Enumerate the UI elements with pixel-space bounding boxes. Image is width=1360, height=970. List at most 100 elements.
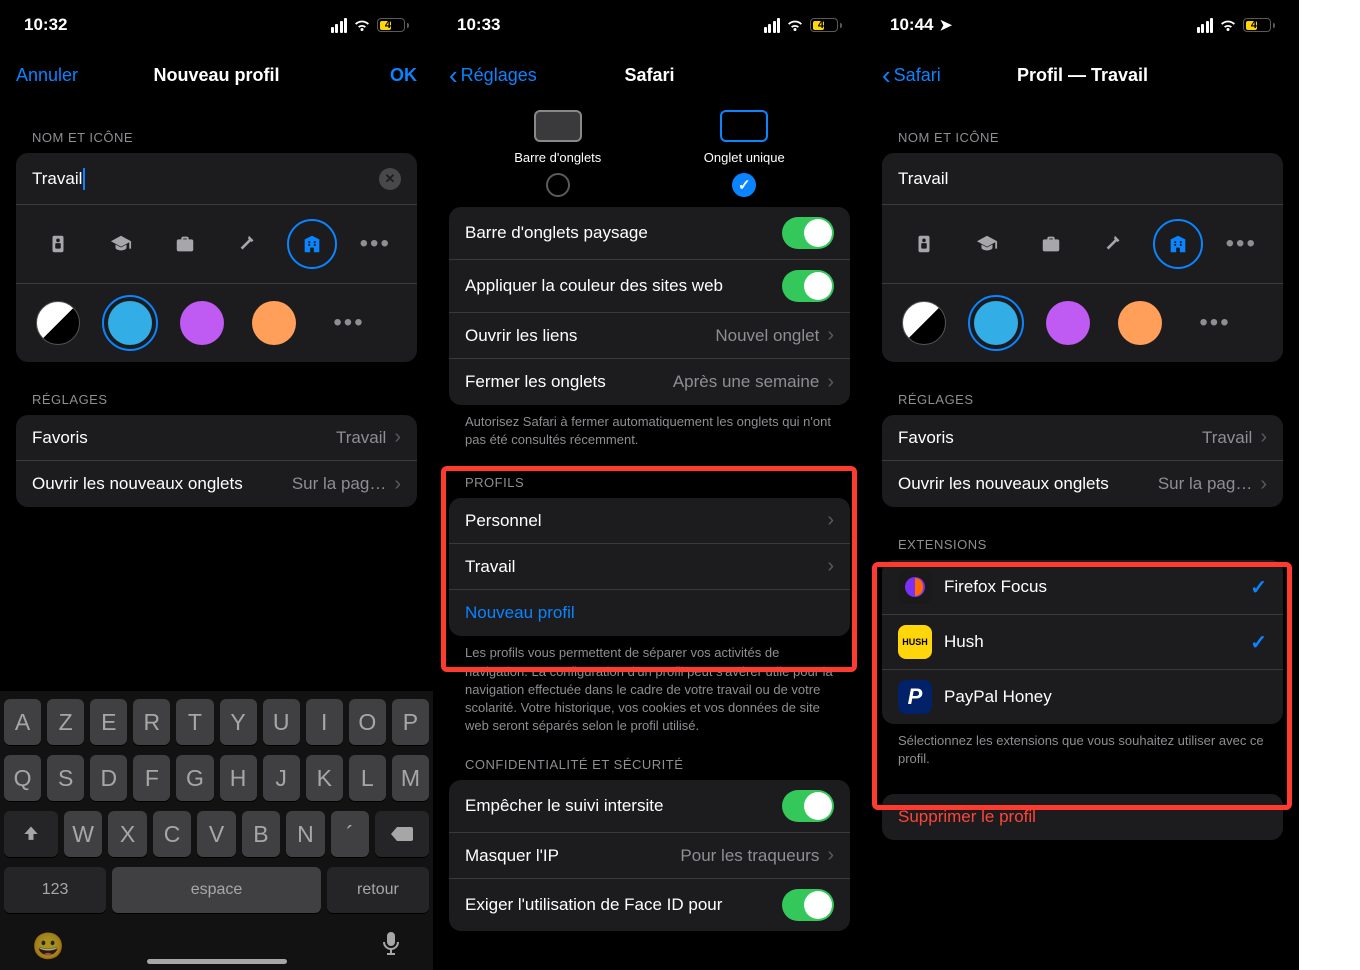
profile-personal-cell[interactable]: Personnel ›	[449, 498, 850, 544]
screen-new-profile: 10:32 45 Annuler Nouveau profil OK NOM E…	[0, 0, 433, 970]
icon-hammer[interactable]	[1089, 219, 1139, 269]
toggle-on[interactable]	[782, 270, 834, 302]
home-indicator[interactable]	[147, 959, 287, 964]
website-color-cell[interactable]: Appliquer la couleur des sites web	[449, 260, 850, 313]
cross-site-tracking-cell[interactable]: Empêcher le suivi intersite	[449, 780, 850, 833]
color-blue[interactable]	[974, 301, 1018, 345]
status-bar: 10:33 45	[433, 0, 866, 50]
color-orange[interactable]	[252, 301, 296, 345]
new-tabs-cell[interactable]: Ouvrir les nouveaux onglets Sur la pag… …	[882, 461, 1283, 507]
color-default[interactable]	[36, 301, 80, 345]
color-purple[interactable]	[1046, 301, 1090, 345]
key-y[interactable]: Y	[220, 699, 257, 745]
icon-building[interactable]	[1153, 219, 1203, 269]
toggle-on[interactable]	[782, 889, 834, 921]
key-i[interactable]: I	[306, 699, 343, 745]
back-button[interactable]: ‹Safari	[882, 62, 941, 88]
key-delete[interactable]	[375, 811, 429, 857]
icon-graduation[interactable]	[96, 219, 146, 269]
favoris-cell[interactable]: Favoris Travail ›	[16, 415, 417, 461]
color-more[interactable]: •••	[324, 298, 374, 348]
key-o[interactable]: O	[349, 699, 386, 745]
icon-briefcase[interactable]	[1026, 219, 1076, 269]
key-space[interactable]: espace	[112, 867, 321, 913]
key-f[interactable]: F	[133, 755, 170, 801]
screen-safari-settings: 10:33 45 ‹Réglages Safari Barre d'onglet…	[433, 0, 866, 970]
ext-firefox-focus-cell[interactable]: Firefox Focus ✓	[882, 560, 1283, 615]
key-g[interactable]: G	[176, 755, 213, 801]
hide-ip-cell[interactable]: Masquer l'IP Pour les traqueurs ›	[449, 833, 850, 879]
key-r[interactable]: R	[133, 699, 170, 745]
key-x[interactable]: X	[108, 811, 146, 857]
favoris-cell[interactable]: Favoris Travail ›	[882, 415, 1283, 461]
radio-checked-icon: ✓	[732, 173, 756, 197]
key-p[interactable]: P	[392, 699, 429, 745]
open-links-cell[interactable]: Ouvrir les liens Nouvel onglet ›	[449, 313, 850, 359]
color-purple[interactable]	[180, 301, 224, 345]
tab-bar-option[interactable]: Barre d'onglets	[514, 110, 601, 197]
key-k[interactable]: K	[306, 755, 343, 801]
icon-more[interactable]: •••	[1216, 219, 1266, 269]
toggle-on[interactable]	[782, 217, 834, 249]
profile-name-input-cell[interactable]: Travail	[882, 153, 1283, 205]
face-id-cell[interactable]: Exiger l'utilisation de Face ID pour	[449, 879, 850, 931]
new-tabs-cell[interactable]: Ouvrir les nouveaux onglets Sur la pag… …	[16, 461, 417, 507]
icon-briefcase[interactable]	[160, 219, 210, 269]
ok-button[interactable]: OK	[390, 65, 417, 86]
emoji-button[interactable]: 😀	[32, 931, 64, 964]
new-profile-cell[interactable]: Nouveau profil	[449, 590, 850, 636]
color-default[interactable]	[902, 301, 946, 345]
key-shift[interactable]	[4, 811, 58, 857]
toggle-on[interactable]	[782, 790, 834, 822]
icon-building[interactable]	[287, 219, 337, 269]
key-q[interactable]: Q	[4, 755, 41, 801]
key-s[interactable]: S	[47, 755, 84, 801]
color-orange[interactable]	[1118, 301, 1162, 345]
icon-more[interactable]: •••	[350, 219, 400, 269]
checkmark-icon: ✓	[1250, 630, 1267, 655]
key-u[interactable]: U	[263, 699, 300, 745]
section-header-name-icon: NOM ET ICÔNE	[866, 100, 1299, 153]
key-w[interactable]: W	[64, 811, 102, 857]
key-n[interactable]: N	[286, 811, 324, 857]
color-blue[interactable]	[108, 301, 152, 345]
key-z[interactable]: Z	[47, 699, 84, 745]
page-title: Nouveau profil	[153, 65, 279, 86]
icon-graduation[interactable]	[962, 219, 1012, 269]
key-c[interactable]: C	[153, 811, 191, 857]
chevron-right-icon: ›	[1260, 473, 1267, 496]
icon-hammer[interactable]	[223, 219, 273, 269]
profile-name-input-cell[interactable]: Travail ✕	[16, 153, 417, 205]
delete-profile-cell[interactable]: Supprimer le profil	[882, 794, 1283, 840]
icon-badge[interactable]	[899, 219, 949, 269]
key-b[interactable]: B	[242, 811, 280, 857]
extensions-footer: Sélectionnez les extensions que vous sou…	[866, 724, 1299, 776]
clock: 10:32	[24, 15, 67, 35]
key-m[interactable]: M	[392, 755, 429, 801]
back-button[interactable]: ‹Réglages	[449, 62, 537, 88]
key-v[interactable]: V	[197, 811, 235, 857]
key-j[interactable]: J	[263, 755, 300, 801]
key-123[interactable]: 123	[4, 867, 106, 913]
icon-badge[interactable]	[33, 219, 83, 269]
extensions-group: Firefox Focus ✓ HUSH Hush ✓ P PayPal Hon…	[882, 560, 1283, 724]
ext-paypal-honey-cell[interactable]: P PayPal Honey	[882, 670, 1283, 724]
single-tab-option[interactable]: Onglet unique ✓	[704, 110, 785, 197]
key-a[interactable]: A	[4, 699, 41, 745]
key-e[interactable]: E	[90, 699, 127, 745]
clear-button[interactable]: ✕	[379, 168, 401, 190]
ext-hush-cell[interactable]: HUSH Hush ✓	[882, 615, 1283, 670]
key-l[interactable]: L	[349, 755, 386, 801]
key-accent[interactable]: ´	[331, 811, 369, 857]
key-return[interactable]: retour	[327, 867, 429, 913]
key-h[interactable]: H	[220, 755, 257, 801]
close-tabs-cell[interactable]: Fermer les onglets Après une semaine ›	[449, 359, 850, 405]
color-more[interactable]: •••	[1190, 298, 1240, 348]
key-t[interactable]: T	[176, 699, 213, 745]
chevron-right-icon: ›	[1260, 426, 1267, 449]
profile-work-cell[interactable]: Travail ›	[449, 544, 850, 590]
landscape-tab-bar-cell[interactable]: Barre d'onglets paysage	[449, 207, 850, 260]
mic-button[interactable]	[381, 931, 401, 964]
key-d[interactable]: D	[90, 755, 127, 801]
cancel-button[interactable]: Annuler	[16, 65, 78, 86]
